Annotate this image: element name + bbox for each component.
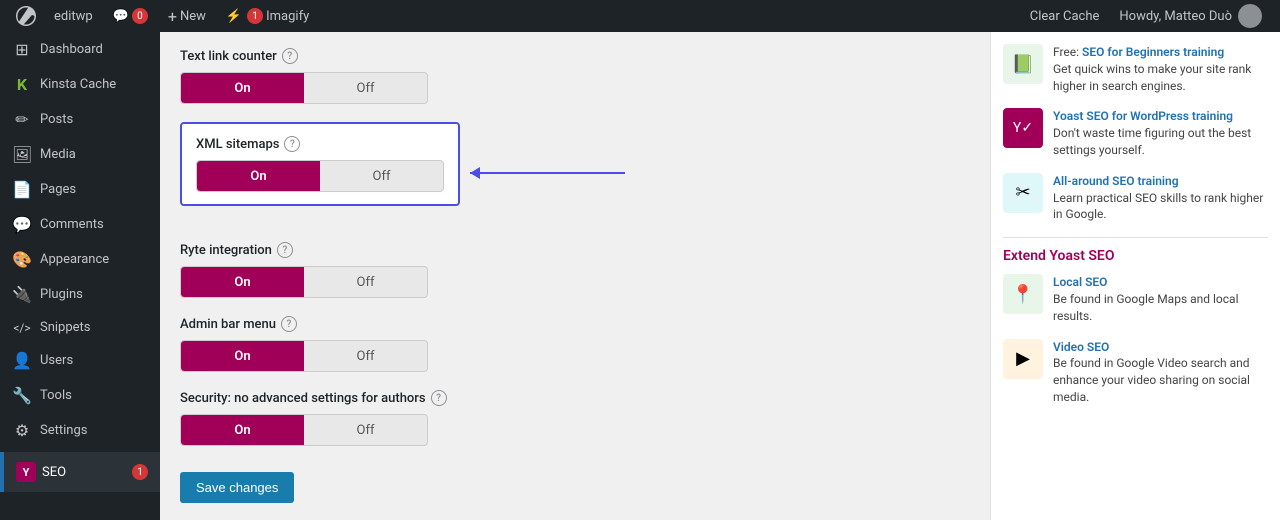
xml-sitemaps-box: XML sitemaps ? On Off xyxy=(180,122,460,206)
sidebar-item-settings[interactable]: ⚙ Settings xyxy=(0,413,160,448)
promo-item-allaround-seo: ✂ All-around SEO training Learn practica… xyxy=(1003,173,1268,223)
security-help-icon[interactable]: ? xyxy=(431,390,447,406)
text-link-counter-off[interactable]: Off xyxy=(304,73,427,103)
promo-thumb-allaround-seo: ✂ xyxy=(1003,173,1043,213)
wp-logo[interactable] xyxy=(8,6,44,26)
save-changes-button[interactable]: Save changes xyxy=(180,472,294,503)
admin-bar-menu-off[interactable]: Off xyxy=(304,341,427,371)
promo-item-yoast-seo-wp: Y✓ Yoast SEO for WordPress training Don'… xyxy=(1003,108,1268,158)
extend-yoast-title: Extend Yoast SEO xyxy=(1003,248,1268,264)
security-label: Security: no advanced settings for autho… xyxy=(180,390,970,406)
security-toggle[interactable]: On Off xyxy=(180,414,428,446)
promo-link-yoast-seo-wp[interactable]: Yoast SEO for WordPress training xyxy=(1053,109,1233,123)
dashboard-icon: ⊞ xyxy=(12,40,32,59)
sidebar-item-tools[interactable]: 🔧 Tools xyxy=(0,378,160,413)
ryte-integration-on[interactable]: On xyxy=(181,267,304,297)
main-content: Text link counter ? On Off XML sitemaps … xyxy=(160,32,990,520)
sidebar-item-plugins[interactable]: 🔌 Plugins xyxy=(0,277,160,312)
posts-icon: ✏ xyxy=(12,110,32,129)
ryte-integration-row: Ryte integration ? On Off xyxy=(180,242,970,298)
security-off[interactable]: Off xyxy=(304,415,427,445)
promo-thumb-local-seo: 📍 xyxy=(1003,274,1043,314)
divider xyxy=(1003,237,1268,238)
sidebar-item-users[interactable]: 👤 Users xyxy=(0,343,160,378)
xml-sitemaps-off[interactable]: Off xyxy=(320,161,443,191)
new-button[interactable]: + New xyxy=(158,0,216,32)
admin-bar: editwp 💬 0 + New ⚡ 1 Imagify Clear Cache… xyxy=(0,0,1280,32)
avatar xyxy=(1238,4,1262,28)
users-icon: 👤 xyxy=(12,351,32,370)
admin-bar-menu-label: Admin bar menu ? xyxy=(180,316,970,332)
layout: ⊞ Dashboard K Kinsta Cache ✏ Posts 🖼 Med… xyxy=(0,32,1280,520)
promo-link-video-seo[interactable]: Video SEO xyxy=(1053,340,1109,354)
kinsta-icon: K xyxy=(12,75,32,94)
sidebar-item-dashboard[interactable]: ⊞ Dashboard xyxy=(0,32,160,67)
admin-bar-menu-toggle[interactable]: On Off xyxy=(180,340,428,372)
seo-icon: Y xyxy=(16,462,36,482)
text-link-counter-label: Text link counter ? xyxy=(180,48,970,64)
sidebar-item-media[interactable]: 🖼 Media xyxy=(0,137,160,172)
promo-thumb-yoast-seo-wp: Y✓ xyxy=(1003,108,1043,148)
promo-thumb-seo-beginners: 📗 xyxy=(1003,44,1043,84)
sidebar-item-posts[interactable]: ✏ Posts xyxy=(0,102,160,137)
xml-sitemaps-on[interactable]: On xyxy=(197,161,320,191)
promo-link-seo-beginners[interactable]: SEO for Beginners training xyxy=(1082,45,1224,59)
sidebar-item-pages[interactable]: 📄 Pages xyxy=(0,172,160,207)
text-link-counter-on[interactable]: On xyxy=(181,73,304,103)
sidebar-item-appearance[interactable]: 🎨 Appearance xyxy=(0,242,160,277)
security-row: Security: no advanced settings for autho… xyxy=(180,390,970,446)
arrow-head xyxy=(470,167,480,179)
clear-cache-button[interactable]: Clear Cache xyxy=(1020,0,1110,32)
settings-icon: ⚙ xyxy=(12,421,32,440)
sidebar-item-snippets[interactable]: </> Snippets xyxy=(0,312,160,343)
xml-sitemaps-help-icon[interactable]: ? xyxy=(284,136,300,152)
ryte-integration-label: Ryte integration ? xyxy=(180,242,970,258)
sidebar-item-seo[interactable]: Y SEO 1 xyxy=(0,452,160,492)
promo-link-allaround-seo[interactable]: All-around SEO training xyxy=(1053,174,1179,188)
promo-item-video-seo: ▶ Video SEO Be found in Google Video sea… xyxy=(1003,339,1268,406)
sidebar-item-kinsta-cache[interactable]: K Kinsta Cache xyxy=(0,67,160,102)
ryte-integration-help-icon[interactable]: ? xyxy=(277,242,293,258)
sidebar-item-comments[interactable]: 💬 Comments xyxy=(0,207,160,242)
howdy-menu[interactable]: Howdy, Matteo Duò xyxy=(1109,0,1272,32)
imagify-button[interactable]: ⚡ 1 Imagify xyxy=(216,0,319,32)
seo-badge: 1 xyxy=(132,464,148,480)
security-on[interactable]: On xyxy=(181,415,304,445)
ryte-integration-toggle[interactable]: On Off xyxy=(180,266,428,298)
snippets-icon: </> xyxy=(12,321,32,335)
site-name[interactable]: editwp xyxy=(44,0,103,32)
arrow-indicator xyxy=(470,163,630,183)
media-icon: 🖼 xyxy=(12,145,32,164)
tools-icon: 🔧 xyxy=(12,386,32,405)
text-link-counter-help-icon[interactable]: ? xyxy=(282,48,298,64)
promo-item-seo-beginners: 📗 Free: SEO for Beginners training Get q… xyxy=(1003,44,1268,94)
promo-link-local-seo[interactable]: Local SEO xyxy=(1053,275,1107,289)
sidebar: ⊞ Dashboard K Kinsta Cache ✏ Posts 🖼 Med… xyxy=(0,32,160,520)
comments-icon: 💬 xyxy=(12,215,32,234)
admin-bar-menu-on[interactable]: On xyxy=(181,341,304,371)
ryte-integration-off[interactable]: Off xyxy=(304,267,427,297)
xml-sitemaps-toggle[interactable]: On Off xyxy=(196,160,444,192)
promo-thumb-video-seo: ▶ xyxy=(1003,339,1043,379)
admin-bar-menu-row: Admin bar menu ? On Off xyxy=(180,316,970,372)
plugins-icon: 🔌 xyxy=(12,285,32,304)
promo-item-local-seo: 📍 Local SEO Be found in Google Maps and … xyxy=(1003,274,1268,324)
text-link-counter-toggle[interactable]: On Off xyxy=(180,72,428,104)
comments-link[interactable]: 💬 0 xyxy=(103,0,158,32)
arrow-line xyxy=(470,172,625,174)
pages-icon: 📄 xyxy=(12,180,32,199)
right-sidebar: 📗 Free: SEO for Beginners training Get q… xyxy=(990,32,1280,520)
text-link-counter-row: Text link counter ? On Off xyxy=(180,48,970,104)
admin-bar-menu-help-icon[interactable]: ? xyxy=(281,316,297,332)
appearance-icon: 🎨 xyxy=(12,250,32,269)
xml-sitemaps-section: XML sitemaps ? On Off xyxy=(180,122,970,224)
